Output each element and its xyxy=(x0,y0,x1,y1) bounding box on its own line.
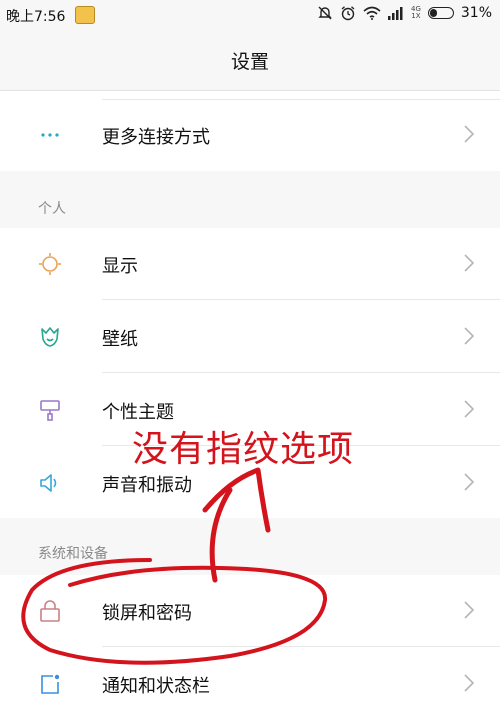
row-label: 声音和振动 xyxy=(102,475,192,496)
chevron-right-icon xyxy=(464,327,474,345)
notification-icon xyxy=(41,674,60,694)
divider xyxy=(102,646,500,647)
settings-list: 更多连接方式 个人 显示 壁纸 个性主题 声音和振动 系统和设备 锁屏和密码 通… xyxy=(0,91,500,711)
personal-card: 显示 壁纸 个性主题 声音和振动 xyxy=(0,228,500,518)
chevron-right-icon xyxy=(464,254,474,272)
speaker-icon xyxy=(40,474,57,492)
alarm-icon xyxy=(341,6,355,21)
signal-icon xyxy=(387,7,403,20)
section-title-personal: 个人 xyxy=(38,201,66,217)
battery-fill xyxy=(429,9,437,17)
sun-icon xyxy=(39,253,61,275)
row-more-connections[interactable]: 更多连接方式 xyxy=(0,99,500,171)
network-type: 4G 1X xyxy=(411,6,421,20)
more-dots-icon xyxy=(41,133,59,137)
battery-percent: 31% xyxy=(460,5,492,21)
notification-emoji-icon xyxy=(75,6,95,24)
section-title-system: 系统和设备 xyxy=(38,546,108,562)
wifi-icon xyxy=(363,6,381,20)
status-icons: 4G 1X 31% xyxy=(317,5,492,21)
tulip-icon xyxy=(41,327,59,347)
page-title: 设置 xyxy=(230,50,269,73)
chevron-right-icon xyxy=(464,674,474,692)
network-bottom-label: 1X xyxy=(411,12,421,20)
paint-roller-icon xyxy=(40,400,60,421)
row-lockscreen[interactable]: 锁屏和密码 xyxy=(0,575,500,647)
section-header-system: 系统和设备 xyxy=(0,518,500,575)
mute-bell-icon xyxy=(318,6,332,20)
settings-screen: 晚上7:56 4G 1X 31% 设置 更多连接方式 个人 显示 壁纸 个性主题… xyxy=(0,0,500,711)
status-bar: 晚上7:56 4G 1X 31% xyxy=(0,0,500,30)
chevron-right-icon xyxy=(464,125,474,143)
row-label: 通知和状态栏 xyxy=(102,676,210,697)
connect-card: 更多连接方式 xyxy=(0,91,500,171)
divider xyxy=(102,372,500,373)
system-card: 锁屏和密码 通知和状态栏 xyxy=(0,575,500,711)
row-label: 更多连接方式 xyxy=(102,127,210,148)
row-display[interactable]: 显示 xyxy=(0,228,500,300)
chevron-right-icon xyxy=(464,400,474,418)
battery-icon xyxy=(427,7,454,19)
chevron-right-icon xyxy=(464,601,474,619)
row-label: 显示 xyxy=(102,256,138,277)
section-header-personal: 个人 xyxy=(0,171,500,228)
row-notifications[interactable]: 通知和状态栏 xyxy=(0,648,500,711)
row-label: 锁屏和密码 xyxy=(102,603,192,624)
chevron-right-icon xyxy=(464,473,474,491)
row-label: 壁纸 xyxy=(102,329,138,350)
lock-icon xyxy=(40,600,60,622)
row-wallpaper[interactable]: 壁纸 xyxy=(0,301,500,373)
status-time: 晚上7:56 xyxy=(6,9,66,25)
divider xyxy=(102,299,500,300)
annotation-text: 没有指纹选项 xyxy=(132,429,355,470)
title-bar: 设置 xyxy=(0,30,500,91)
